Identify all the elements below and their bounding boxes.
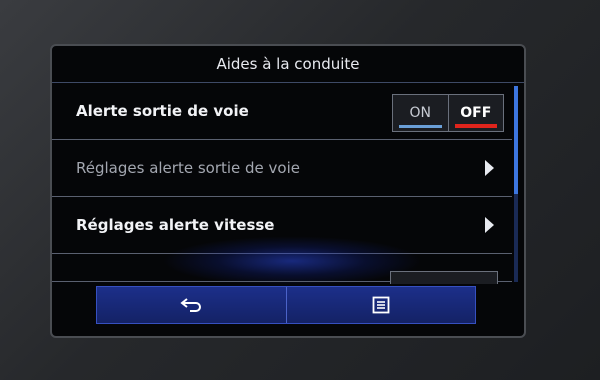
toggle-off-option[interactable]: OFF: [449, 95, 504, 131]
partial-toggle: [390, 271, 498, 284]
chevron-right-icon: [485, 160, 494, 176]
scrollbar-thumb[interactable]: [514, 86, 518, 194]
menu-button[interactable]: [287, 287, 476, 323]
setting-label: Réglages alerte sortie de voie: [76, 159, 300, 177]
infotainment-screen: Aides à la conduite Alerte sortie de voi…: [50, 44, 526, 338]
bottom-action-bar: [96, 286, 476, 324]
setting-row-speed-alert-settings[interactable]: Réglages alerte vitesse: [52, 197, 512, 254]
lane-departure-toggle[interactable]: ON OFF: [392, 94, 504, 132]
setting-label: Réglages alerte vitesse: [76, 216, 275, 234]
menu-list-icon: [372, 296, 390, 314]
page-title: Aides à la conduite: [216, 55, 360, 73]
setting-label: Alerte sortie de voie: [76, 102, 249, 120]
chevron-right-icon: [485, 217, 494, 233]
back-button[interactable]: [97, 287, 287, 323]
setting-row-lane-departure-alert: Alerte sortie de voie ON OFF: [52, 83, 512, 140]
setting-row-lane-departure-settings[interactable]: Réglages alerte sortie de voie: [52, 140, 512, 197]
title-bar: Aides à la conduite: [52, 46, 524, 83]
settings-list: Alerte sortie de voie ON OFF Réglages al…: [52, 83, 512, 283]
toggle-on-option[interactable]: ON: [393, 95, 449, 131]
back-arrow-icon: [180, 297, 202, 313]
scrollbar[interactable]: [514, 86, 518, 282]
